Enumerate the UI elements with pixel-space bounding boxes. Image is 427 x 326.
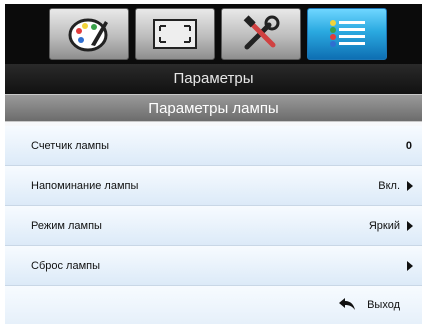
row-lamp-mode[interactable]: Режим лампы Яркий (5, 206, 422, 246)
menu-title: Параметры (5, 64, 422, 94)
tab-bar (5, 4, 422, 64)
row-lamp-reset[interactable]: Сброс лампы (5, 246, 422, 286)
list-icon (330, 20, 365, 47)
row-value: Яркий (368, 220, 400, 232)
row-label: Счетчик лампы (31, 140, 110, 152)
arrow-right-icon (407, 261, 413, 271)
tab-screen[interactable] (135, 8, 215, 60)
row-lamp-reminder[interactable]: Напоминание лампы Вкл. (5, 166, 422, 206)
tab-options[interactable] (307, 8, 387, 60)
exit-row[interactable]: Выход (5, 286, 422, 324)
tools-icon (243, 15, 280, 50)
row-value: 0 (405, 140, 412, 152)
tab-tools[interactable] (221, 8, 301, 60)
submenu-title: Параметры лампы (5, 94, 422, 122)
tab-palette[interactable] (49, 8, 129, 60)
arrow-right-icon (407, 221, 413, 231)
arrow-right-icon (407, 181, 413, 191)
osd-menu: Параметры Параметры лампы Счетчик лампы … (5, 4, 422, 324)
return-arrow-icon (339, 298, 355, 310)
row-label: Сброс лампы (31, 260, 100, 272)
palette-icon (68, 18, 108, 52)
exit-label: Выход (367, 299, 400, 311)
row-value: Вкл. (378, 180, 400, 192)
row-label: Режим лампы (31, 220, 102, 232)
row-label: Напоминание лампы (31, 180, 139, 192)
row-lamp-hours[interactable]: Счетчик лампы 0 (5, 126, 422, 166)
screen-icon (153, 19, 197, 49)
